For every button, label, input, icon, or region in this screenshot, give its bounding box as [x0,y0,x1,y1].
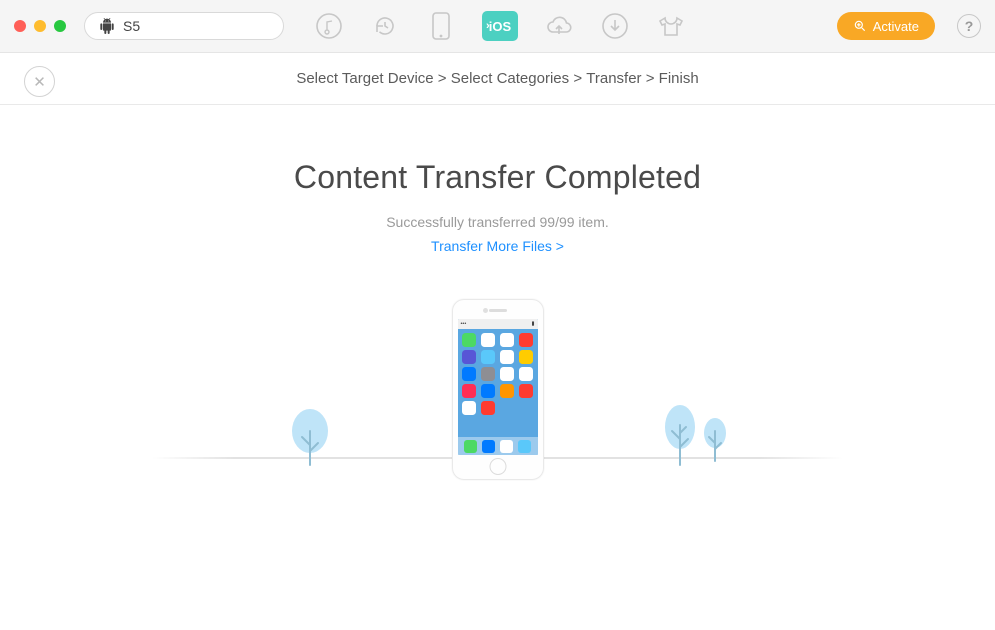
breadcrumb-bar: ✕ Select Target Device > Select Categori… [0,53,995,105]
app-icon [500,333,514,347]
transfer-more-container: Transfer More Files > [0,238,995,254]
tshirt-icon [657,12,685,40]
help-label: ? [965,18,974,34]
history-icon [371,12,399,40]
content: Content Transfer Completed Successfully … [0,105,995,559]
app-icon [481,350,495,364]
phone-status-bar: •••▮ [458,319,538,329]
breadcrumb-step-1: Select Target Device [296,70,433,87]
tree-icon [700,417,730,463]
target-device-illustration: •••▮ [452,299,544,480]
phone-earpiece [489,309,507,312]
subline: Successfully transferred 99/99 item. [0,214,995,230]
tree-illustration-right-2 [700,417,730,463]
nav-history[interactable] [370,11,400,41]
app-icon [462,333,476,347]
phone-dock [458,437,538,455]
nav-cloud[interactable] [544,11,574,41]
android-icon [99,18,115,34]
device-name-label: S5 [123,18,140,34]
app-icon [500,367,514,381]
app-icon [481,367,495,381]
maximize-window-button[interactable] [54,20,66,32]
close-icon: ✕ [33,73,46,91]
music-icon [315,12,343,40]
close-window-button[interactable] [14,20,26,32]
app-icon [519,333,533,347]
app-icon [462,401,476,415]
tree-illustration-left [288,407,332,467]
app-icon [464,440,477,453]
headline: Content Transfer Completed [0,159,995,196]
app-icon [518,440,531,453]
activate-label: Activate [873,19,919,34]
app-icon [462,367,476,381]
phone-app-grid [458,329,538,419]
titlebar: S5 › iOS Activate ? [0,0,995,53]
transfer-more-link[interactable]: Transfer More Files > [431,238,564,254]
breadcrumb: Select Target Device > Select Categories… [0,70,995,87]
app-icon [500,384,514,398]
app-icon [519,367,533,381]
app-icon [462,350,476,364]
nav-to-ios[interactable]: › iOS [482,11,518,41]
window-controls [14,20,66,32]
phone-camera-dot [483,308,488,313]
minimize-window-button[interactable] [34,20,46,32]
breadcrumb-step-2: Select Categories [451,70,569,87]
activate-button[interactable]: Activate [837,12,935,40]
app-icon [500,350,514,364]
app-icon [519,384,533,398]
phone-icon [430,11,452,41]
breadcrumb-sep: > [573,70,582,87]
search-plus-icon [853,19,867,33]
app-icon [482,440,495,453]
nav-music[interactable] [314,11,344,41]
nav-device[interactable] [426,11,456,41]
phone-screen: •••▮ [458,319,538,455]
illustration-stage: •••▮ [0,299,995,559]
nav-icons: › iOS [314,11,686,41]
app-icon [462,384,476,398]
app-icon [481,333,495,347]
app-icon [519,350,533,364]
app-icon [481,384,495,398]
help-button[interactable]: ? [957,14,981,38]
nav-themes[interactable] [656,11,686,41]
close-panel-button[interactable]: ✕ [24,66,55,97]
phone-home-button [489,458,506,475]
breadcrumb-sep: > [438,70,447,87]
breadcrumb-step-3: Transfer [586,70,641,87]
tree-icon [288,407,332,467]
tree-icon [660,403,700,467]
nav-download[interactable] [600,11,630,41]
app-icon [481,401,495,415]
arrow-right-icon: › [486,20,490,32]
cloud-icon [544,12,574,40]
download-icon [601,12,629,40]
ios-label: iOS [489,19,511,34]
app-icon [500,440,513,453]
breadcrumb-step-4: Finish [659,70,699,87]
tree-illustration-right-1 [660,403,700,467]
breadcrumb-sep: > [646,70,655,87]
device-selector[interactable]: S5 [84,12,284,40]
